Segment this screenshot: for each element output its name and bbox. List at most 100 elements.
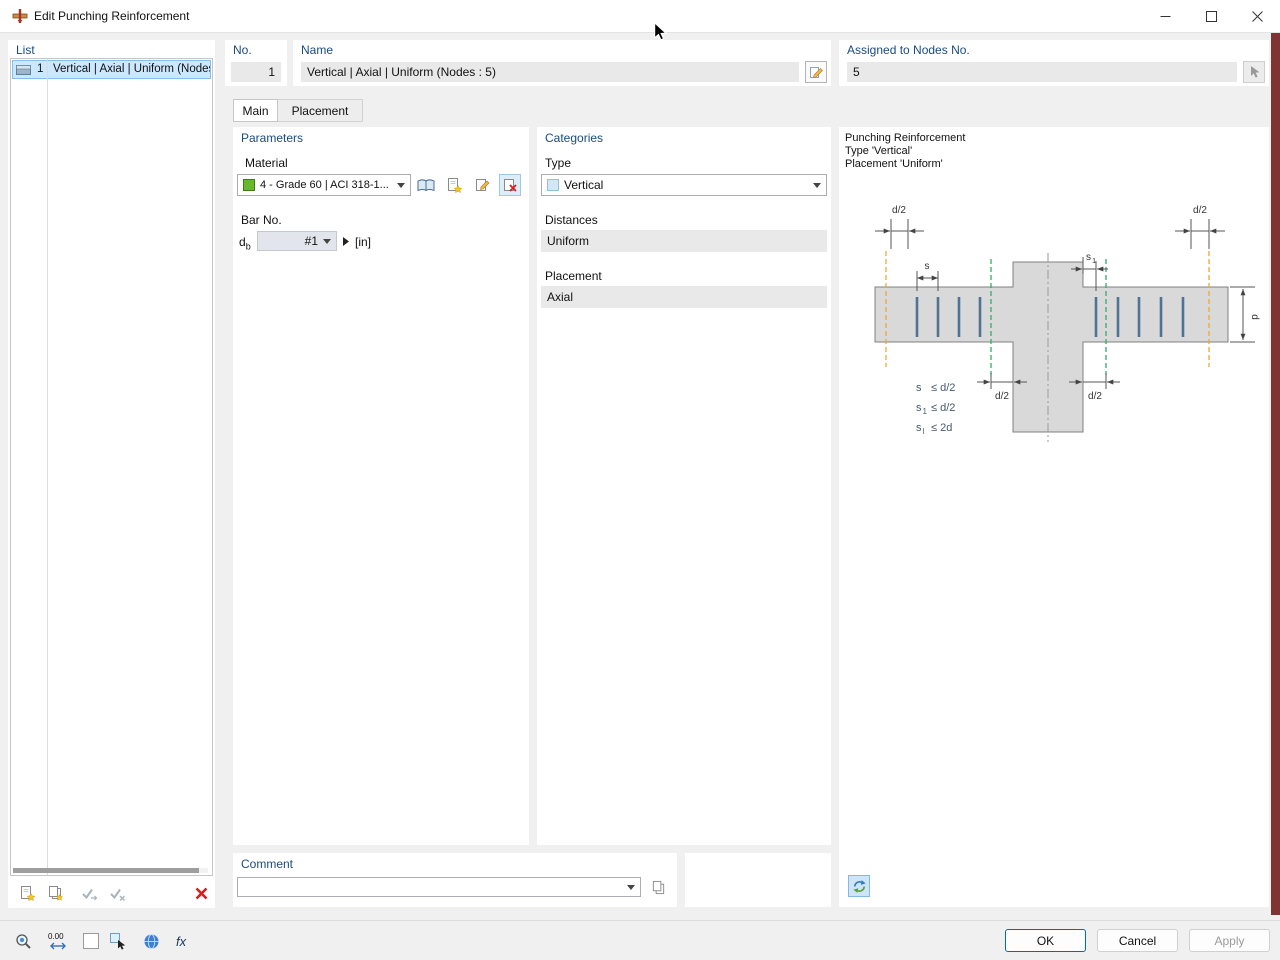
new-entry-button[interactable] [16, 882, 38, 904]
chevron-down-icon [813, 182, 821, 188]
check-discard-button[interactable] [106, 882, 128, 904]
bar-no-label: Bar No. [241, 213, 282, 227]
preview-type: Type 'Vertical' [845, 145, 913, 157]
globe-icon [143, 933, 160, 950]
global-settings-button[interactable] [138, 928, 164, 954]
cancel-button[interactable]: Cancel [1097, 929, 1178, 952]
material-combobox[interactable]: 4 - Grade 60 | ACI 318-1... [237, 174, 411, 196]
pencil-icon [809, 65, 824, 80]
preview-placement: Placement 'Uniform' [845, 158, 943, 170]
dim-s: s [925, 261, 930, 272]
material-value: 4 - Grade 60 | ACI 318-1... [260, 179, 389, 191]
bar-symbol-d: d [239, 235, 246, 249]
delete-page-icon [502, 177, 519, 194]
chevron-down-icon [627, 884, 635, 890]
list-hscrollbar-thumb[interactable] [13, 868, 199, 873]
material-library-button[interactable] [415, 174, 437, 196]
titlebar: Edit Punching Reinforcement [0, 0, 1280, 33]
refresh-arrows-icon [852, 879, 867, 894]
bar-size-expand-button[interactable] [340, 231, 352, 251]
delete-material-button[interactable] [499, 174, 521, 196]
cancel-label: Cancel [1118, 933, 1157, 948]
tab-placement[interactable]: Placement [278, 99, 363, 122]
apply-button[interactable]: Apply [1189, 929, 1270, 952]
check-apply-button[interactable] [78, 882, 100, 904]
chevron-down-icon [323, 238, 331, 244]
tab-main[interactable]: Main [233, 99, 278, 122]
assigned-label: Assigned to Nodes No. [847, 43, 970, 57]
maximize-button[interactable] [1188, 0, 1234, 32]
fx-label: fx [176, 934, 187, 949]
bottom-bar: 0.00 fx OK Cancel Apply [0, 920, 1280, 960]
display-mode-button[interactable] [78, 928, 104, 954]
distances-label: Distances [545, 213, 598, 227]
new-page-star-icon [446, 177, 463, 194]
list-column-divider [47, 59, 48, 875]
parameters-header: Parameters [241, 131, 304, 145]
minimize-button[interactable] [1142, 0, 1188, 32]
list-hscrollbar[interactable] [13, 868, 208, 873]
decimal-places-button[interactable]: 0.00 [44, 928, 72, 954]
tab-main-label: Main [242, 103, 269, 118]
list-item-icon [16, 64, 31, 76]
find-settings-button[interactable] [10, 928, 36, 954]
bar-size-value: #1 [304, 234, 318, 248]
white-square-icon [82, 932, 100, 950]
new-material-button[interactable] [443, 174, 465, 196]
edit-page-pencil-icon [474, 177, 491, 194]
list-item-label: Vertical | Axial | Uniform (Nodes : [53, 63, 210, 75]
delete-entry-button[interactable] [190, 882, 212, 904]
dim-d2-bottom-left: d/2 [995, 391, 1009, 402]
edit-name-button[interactable] [805, 61, 827, 83]
preview-render-toggle-button[interactable] [848, 875, 870, 897]
type-combobox[interactable]: Vertical [541, 174, 827, 196]
parameters-panel: Parameters Material 4 - Grade 60 | ACI 3… [233, 127, 529, 845]
ineq-s: s ≤ d/2 [916, 382, 955, 394]
categories-header: Categories [545, 131, 604, 145]
bar-size-combobox[interactable]: #1 [257, 231, 337, 251]
bar-unit: [in] [355, 235, 372, 249]
name-label: Name [301, 43, 334, 57]
background-app-strip [1271, 33, 1280, 915]
tab-strip: Main Placement [233, 99, 363, 122]
ok-button[interactable]: OK [1005, 929, 1086, 952]
ok-label: OK [1036, 933, 1055, 948]
type-value: Vertical [564, 178, 604, 192]
formula-button[interactable]: fx [170, 928, 198, 954]
pick-in-model-button[interactable] [104, 928, 132, 954]
list-box: 1 Vertical | Axial | Uniform (Nodes : [10, 58, 213, 876]
copy-entry-button[interactable] [44, 882, 66, 904]
placement-field: Axial [541, 286, 827, 308]
list-header: List [16, 43, 35, 57]
copy-pages-icon [651, 880, 666, 895]
name-field[interactable]: Vertical | Axial | Uniform (Nodes : 5) [301, 62, 799, 82]
edit-material-button[interactable] [471, 174, 493, 196]
select-nodes-button[interactable] [1243, 61, 1265, 83]
bar-symbol: db [239, 235, 251, 251]
dim-d2-top-left: d/2 [892, 205, 906, 216]
close-button[interactable] [1234, 0, 1280, 32]
decimals-label: 0.00 [48, 932, 64, 941]
list-panel: List 1 Vertical | Axial | Uniform (Nodes… [8, 40, 215, 908]
ineq-sl: sl ≤ 2d [916, 422, 952, 436]
chevron-down-icon [397, 182, 405, 188]
no-panel: No. 1 [225, 40, 287, 86]
tab-placement-label: Placement [291, 103, 349, 118]
material-label: Material [245, 156, 288, 170]
dim-d2-bottom-right: d/2 [1088, 391, 1102, 402]
comment-copy-button[interactable] [647, 876, 669, 898]
aux-panel [685, 853, 831, 907]
distances-field: Uniform [541, 230, 827, 252]
type-color-swatch [547, 179, 559, 191]
comment-header: Comment [241, 857, 294, 871]
library-book-icon [417, 178, 435, 193]
placement-label: Placement [545, 269, 602, 283]
assigned-field[interactable]: 5 [847, 62, 1237, 82]
list-item[interactable]: 1 Vertical | Axial | Uniform (Nodes : [12, 60, 211, 79]
material-color-swatch [243, 179, 255, 191]
window-title: Edit Punching Reinforcement [34, 9, 190, 23]
bar-symbol-sub: b [245, 241, 251, 252]
comment-combobox[interactable] [237, 877, 641, 897]
punching-diagram: d/2 d/2 s s1 d d/2 d/2 s ≤ d/2 s1 ≤ d/2 sl… [874, 205, 1260, 442]
no-label: No. [233, 43, 252, 57]
